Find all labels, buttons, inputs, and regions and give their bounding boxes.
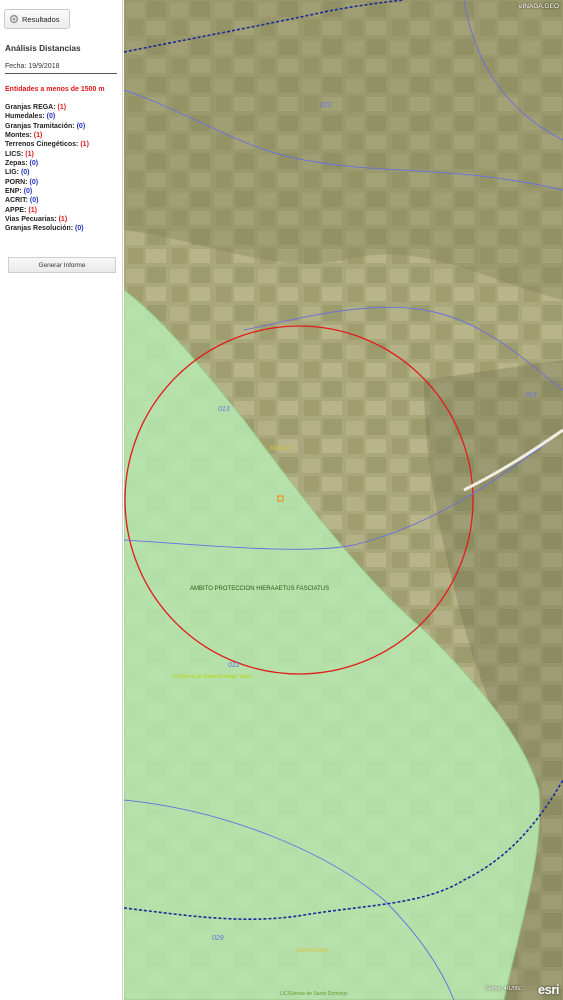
generate-report-button[interactable]: Generar Informe bbox=[8, 257, 116, 273]
results-button-label: Resultados bbox=[22, 14, 60, 24]
code-label: 013 bbox=[218, 406, 230, 413]
brand-watermark: eINAGA.GEO bbox=[518, 3, 559, 10]
small-map-label: ZEPA/SIERRA bbox=[296, 948, 329, 954]
settings-gear-icon bbox=[9, 14, 19, 24]
entity-item: Granjas Tramitación: (0) bbox=[5, 122, 86, 130]
entity-item: Montes: (1) bbox=[5, 132, 43, 140]
code-label: 013 bbox=[525, 392, 537, 399]
entity-item: Humedales: (0) bbox=[5, 113, 56, 121]
entity-list: Granjas REGA: (1) Humedales: (0) Granjas… bbox=[5, 103, 89, 234]
entity-item: APPE: (1) bbox=[5, 206, 37, 214]
entities-heading: Entidades a menos de 1500 m bbox=[5, 86, 105, 93]
code-label: 012 bbox=[228, 662, 240, 669]
entity-item: Terrenos Cinegéticos: (1) bbox=[5, 141, 89, 149]
panel-title: Análisis Distancias bbox=[5, 43, 81, 53]
entity-item: LICS: (1) bbox=[5, 150, 34, 158]
map-canvas[interactable] bbox=[124, 0, 563, 1000]
entity-item: Vias Pecuarias: (1) bbox=[5, 216, 68, 224]
entity-item: PORN: (0) bbox=[5, 178, 39, 186]
map-attribution: Fecha: 4/1/05/... bbox=[485, 986, 525, 992]
code-label: 029 bbox=[212, 935, 224, 942]
monte-label: Monte 2 bbox=[270, 446, 292, 452]
results-button[interactable]: Resultados bbox=[4, 9, 70, 29]
code-label: 013 bbox=[320, 102, 332, 109]
entity-item: Zepas: (0) bbox=[5, 160, 39, 168]
entity-item: LIG: (0) bbox=[5, 169, 30, 177]
via-pecuaria-label: LIC/Sierra de Santo Domingo Yasos bbox=[172, 674, 253, 680]
esri-logo: esri bbox=[537, 982, 560, 997]
analysis-date: Fecha: 19/9/2018 bbox=[5, 63, 60, 70]
entity-item: ENP: (0) bbox=[5, 188, 33, 196]
bottom-map-label: LIC/Sierras de Santo Domingo bbox=[280, 991, 348, 997]
divider bbox=[5, 73, 117, 74]
map-view[interactable]: AMBITO PROTECCION HIERAAETUS FASCIATUS M… bbox=[124, 0, 563, 1000]
results-sidebar: Resultados Análisis Distancias Fecha: 19… bbox=[0, 0, 123, 1000]
entity-item: Granjas Resolución: (0) bbox=[5, 225, 84, 233]
entity-item: Granjas REGA: (1) bbox=[5, 104, 67, 111]
entity-item: ACRIT: (0) bbox=[5, 197, 39, 205]
zone-label: AMBITO PROTECCION HIERAAETUS FASCIATUS bbox=[190, 586, 330, 592]
